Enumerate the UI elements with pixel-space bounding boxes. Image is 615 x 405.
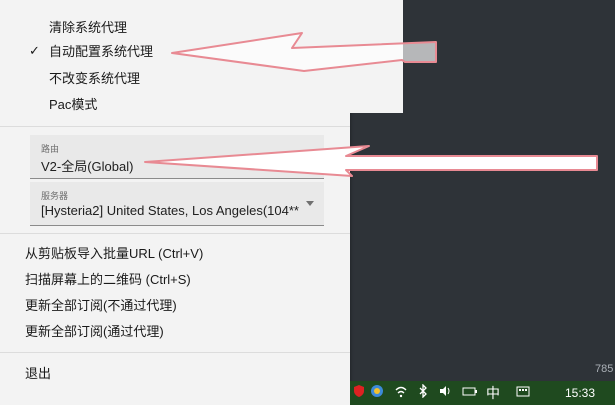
shield-icon[interactable] [353,384,365,402]
server-select[interactable]: 服务器 [Hysteria2] United States, Los Angel… [30,182,324,226]
menu-item-auto-config-system-proxy[interactable]: 自动配置系统代理 [49,41,153,63]
submenu-panel-extension [350,0,403,113]
menu-item-no-change-system-proxy[interactable]: 不改变系统代理 [49,68,140,90]
route-label: 路由 [41,144,60,154]
menu-item-clear-system-proxy[interactable]: 清除系统代理 [49,17,127,39]
menu-item-exit[interactable]: 退出 [25,363,51,385]
side-number: 785 [595,363,614,375]
route-value: V2-全局(Global) [41,159,134,174]
route-select[interactable]: 路由 V2-全局(Global) [30,135,324,179]
menu-divider [0,126,350,127]
check-mark-icon: ✓ [29,43,40,58]
server-label: 服务器 [41,191,69,201]
menu-divider [0,233,350,234]
server-value: [Hysteria2] United States, Los Angeles(1… [41,203,299,218]
menu-item-pac-mode[interactable]: Pac模式 [49,94,97,116]
battery-icon[interactable] [462,384,478,402]
menu-item-import-from-clipboard[interactable]: 从剪贴板导入批量URL (Ctrl+V) [25,243,203,265]
keyboard-icon[interactable] [516,384,530,402]
chevron-down-icon[interactable] [306,201,314,206]
menu-item-update-subscriptions-direct[interactable]: 更新全部订阅(不通过代理) [25,295,177,317]
menu-item-scan-qr-code[interactable]: 扫描屏幕上的二维码 (Ctrl+S) [25,269,191,291]
context-menu: ✓ 清除系统代理 自动配置系统代理 不改变系统代理 Pac模式 路由 V2-全局… [0,0,350,405]
volume-icon[interactable] [438,384,452,402]
clock-time[interactable]: 15:33 [565,386,595,400]
app-tray-icon[interactable] [370,384,384,402]
wifi-icon[interactable] [394,384,408,402]
menu-item-update-subscriptions-proxy[interactable]: 更新全部订阅(通过代理) [25,321,164,343]
bluetooth-icon[interactable] [417,383,429,402]
ime-indicator[interactable]: 中 [486,384,500,402]
menu-divider [0,352,350,353]
